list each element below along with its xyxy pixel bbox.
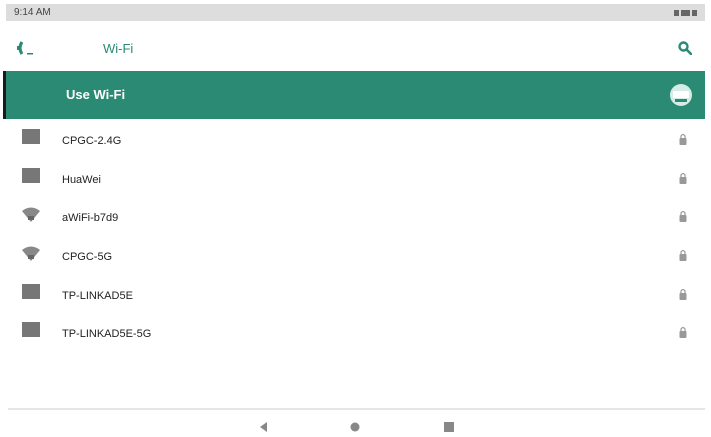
nav-home-button[interactable] xyxy=(348,420,362,434)
nav-recents-button[interactable] xyxy=(442,420,456,434)
navigation-bar xyxy=(0,406,711,437)
wifi-icon xyxy=(21,206,41,223)
lock-icon xyxy=(679,325,687,339)
signal-square-icon xyxy=(21,167,41,184)
back-icon xyxy=(17,41,33,55)
status-icons xyxy=(674,9,697,16)
wifi-status-icon xyxy=(681,9,690,16)
nav-recents-icon xyxy=(444,422,454,432)
network-name: TP-LINKAD5E-5G xyxy=(62,328,152,341)
search-button[interactable] xyxy=(675,38,695,58)
battery-icon xyxy=(692,9,697,16)
network-list: CPGC-2.4G HuaWei aWiFi-b7d9 CPGC-5G TP-LINKA… xyxy=(0,121,711,353)
page-title: Wi-Fi xyxy=(103,41,134,56)
network-row[interactable]: TP-LINKAD5E-5G xyxy=(0,314,711,353)
signal-square-icon xyxy=(21,129,41,145)
status-time: 9:14 AM xyxy=(14,7,51,18)
network-row[interactable]: CPGC-5G xyxy=(0,237,711,276)
network-name: TP-LINKAD5E xyxy=(62,289,133,302)
nav-back-icon xyxy=(260,422,267,432)
nav-back-button[interactable] xyxy=(257,420,271,434)
wifi-icon xyxy=(21,245,41,262)
back-button[interactable] xyxy=(16,38,40,58)
signal-icon xyxy=(674,9,679,16)
toggle-on-icon xyxy=(670,84,692,106)
status-bar: 9:14 AM xyxy=(6,4,705,21)
network-name: CPGC-5G xyxy=(62,251,113,264)
lock-icon xyxy=(679,171,687,184)
use-wifi-label: Use Wi-Fi xyxy=(66,87,126,102)
signal-square-icon xyxy=(21,283,41,300)
search-icon xyxy=(678,41,692,55)
nav-home-icon xyxy=(350,422,360,432)
toolbar: Wi-Fi xyxy=(0,30,711,68)
network-row[interactable]: CPGC-2.4G xyxy=(0,121,711,160)
network-row[interactable]: HuaWei xyxy=(0,160,711,199)
lock-icon xyxy=(679,132,687,145)
nav-divider xyxy=(8,408,705,410)
network-row[interactable]: TP-LINKAD5E xyxy=(0,276,711,315)
use-wifi-switch-row[interactable]: Use Wi-Fi xyxy=(3,71,705,119)
network-name: HuaWei xyxy=(62,173,101,186)
network-name: CPGC-2.4G xyxy=(62,135,122,147)
network-row[interactable]: aWiFi-b7d9 xyxy=(0,198,711,237)
lock-icon xyxy=(679,287,687,300)
lock-icon xyxy=(679,248,687,262)
network-name: aWiFi-b7d9 xyxy=(62,212,119,225)
signal-square-icon xyxy=(21,322,41,338)
use-wifi-toggle[interactable] xyxy=(669,83,693,107)
lock-icon xyxy=(679,209,687,223)
